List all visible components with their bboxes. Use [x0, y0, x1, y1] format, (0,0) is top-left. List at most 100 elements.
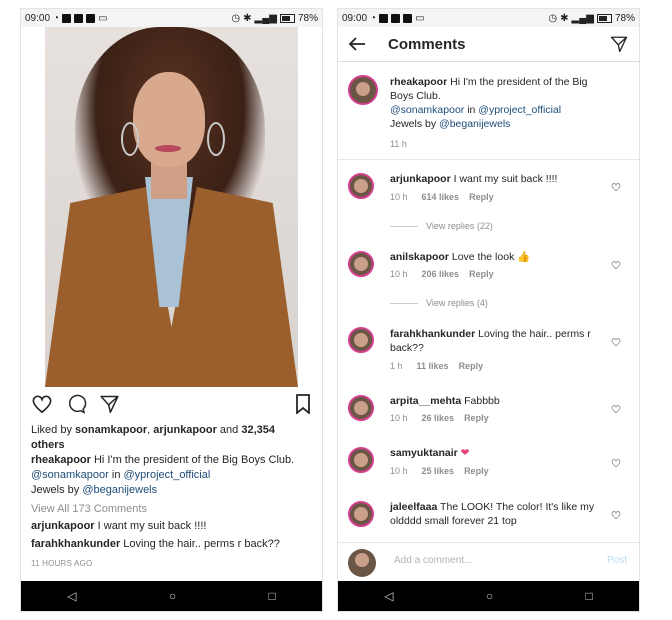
- comment-username[interactable]: arjunkapoor: [31, 520, 95, 532]
- comment-like-icon[interactable]: [611, 337, 621, 347]
- comment-item: anilskapoor Love the look 👍: [390, 251, 531, 263]
- reply-button[interactable]: Reply: [464, 413, 489, 423]
- comment-username[interactable]: jaleelfaaa: [390, 501, 437, 513]
- divider: [338, 159, 639, 160]
- comment-like-icon[interactable]: [611, 404, 621, 414]
- screen-icon: ▭: [415, 12, 425, 24]
- whatsapp-icon: ◔: [53, 12, 60, 24]
- notification-icon: [403, 13, 413, 23]
- comment-like-icon[interactable]: [611, 510, 621, 520]
- comment-item: arjunkapoor I want my suit back !!!!: [390, 173, 558, 185]
- avatar[interactable]: [348, 395, 374, 421]
- battery-level: 78%: [297, 12, 318, 24]
- post-action-bar: [31, 394, 312, 418]
- likes-count[interactable]: 32,354: [241, 424, 275, 436]
- likes-count[interactable]: 206 likes: [422, 269, 460, 279]
- notification-icon: [379, 13, 389, 23]
- comment-like-icon[interactable]: [611, 458, 621, 468]
- comment-username[interactable]: anilskapoor: [390, 251, 449, 263]
- caption-username[interactable]: rheakapoor: [31, 454, 91, 466]
- view-all-comments-link[interactable]: View All 173 Comments: [31, 502, 313, 517]
- comment-preview: farahkhankunder Loving the hair.. perms …: [31, 538, 280, 550]
- reply-button[interactable]: Reply: [469, 192, 494, 202]
- comment-username[interactable]: farahkhankunder: [31, 538, 120, 550]
- likes-count[interactable]: 25 likes: [422, 466, 455, 476]
- recents-nav-icon[interactable]: □: [586, 589, 593, 603]
- avatar[interactable]: [348, 75, 378, 105]
- back-nav-icon[interactable]: ◁: [67, 589, 76, 603]
- mention-link[interactable]: @beganijewels: [439, 118, 510, 130]
- avatar[interactable]: [348, 327, 374, 353]
- post-timestamp: 11 HOURS AGO: [31, 559, 93, 568]
- reply-button[interactable]: Reply: [464, 466, 489, 476]
- comment-meta: 10 h 206 likes Reply: [390, 269, 494, 279]
- bluetooth-icon: ✱: [560, 12, 569, 24]
- mention-link[interactable]: @sonamkapoor: [31, 469, 109, 481]
- likes-others[interactable]: others: [31, 439, 65, 451]
- post-comment-button[interactable]: Post: [607, 555, 627, 566]
- liked-user-link[interactable]: sonamkapoor: [75, 424, 147, 436]
- avatar[interactable]: [348, 501, 374, 527]
- comment-meta: 10 h 26 likes Reply: [390, 413, 489, 423]
- comment-username[interactable]: arjunkapoor: [390, 173, 451, 185]
- direct-share-icon[interactable]: [609, 35, 629, 53]
- back-arrow-icon[interactable]: [348, 36, 366, 52]
- avatar[interactable]: [348, 447, 374, 473]
- notification-icon: [62, 13, 72, 23]
- comment-like-icon[interactable]: [611, 182, 621, 192]
- mention-link[interactable]: @sonamkapoor: [390, 104, 464, 116]
- like-heart-icon[interactable]: [31, 394, 53, 414]
- likes-count[interactable]: 26 likes: [422, 413, 455, 423]
- signal-icon: ▂▄▆: [571, 12, 594, 24]
- notification-icon: [74, 13, 84, 23]
- my-avatar: [348, 549, 376, 577]
- back-nav-icon[interactable]: ◁: [384, 589, 393, 603]
- avatar[interactable]: [348, 173, 374, 199]
- liked-user-link[interactable]: arjunkapoor: [153, 424, 217, 436]
- comment-item: arpita__mehta Fabbbb: [390, 395, 500, 407]
- comment-icon[interactable]: [66, 394, 87, 414]
- mention-link[interactable]: @beganijewels: [82, 484, 157, 496]
- comment-username[interactable]: samyuktanair: [390, 447, 458, 459]
- notification-icon: [86, 13, 96, 23]
- share-icon[interactable]: [99, 394, 120, 414]
- mention-link[interactable]: @yproject_official: [478, 104, 561, 116]
- comment-input[interactable]: Add a comment...: [394, 555, 472, 566]
- status-time: 09:00: [342, 12, 368, 24]
- status-bar: 09:00 ◔ ▭ ◷ ✱ ▂▄▆ 78%: [338, 9, 639, 27]
- comment-username[interactable]: arpita__mehta: [390, 395, 461, 407]
- reply-button[interactable]: Reply: [469, 269, 494, 279]
- post-caption: rheakapoor Hi I'm the president of the B…: [31, 454, 295, 496]
- post-image[interactable]: [45, 27, 298, 387]
- bookmark-icon[interactable]: [295, 394, 311, 414]
- android-nav-bar: ◁ ○ □: [21, 581, 322, 611]
- comment-meta: 1 h 11 likes Reply: [390, 361, 484, 371]
- signal-icon: ▂▄▆: [254, 12, 277, 24]
- likes-count[interactable]: 614 likes: [422, 192, 460, 202]
- home-nav-icon[interactable]: ○: [486, 589, 493, 603]
- comment-meta: 10 h 25 likes Reply: [390, 466, 489, 476]
- reply-button[interactable]: Reply: [459, 361, 484, 371]
- comment-composer: Add a comment... Post: [338, 542, 639, 581]
- home-nav-icon[interactable]: ○: [169, 589, 176, 603]
- likes-count[interactable]: 11 likes: [417, 361, 449, 371]
- alarm-icon: ◷: [548, 12, 558, 24]
- mention-link[interactable]: @yproject_official: [124, 469, 211, 481]
- recents-nav-icon[interactable]: □: [269, 589, 276, 603]
- post-details: Liked by sonamkapoor, arjunkapoor and 32…: [31, 423, 313, 571]
- comment-username[interactable]: rheakapoor: [390, 76, 447, 88]
- comment-like-icon[interactable]: [611, 260, 621, 270]
- avatar[interactable]: [348, 251, 374, 277]
- view-replies-link[interactable]: View replies (22): [390, 221, 493, 231]
- alarm-icon: ◷: [231, 12, 241, 24]
- battery-icon: [279, 13, 295, 23]
- screen-icon: ▭: [98, 12, 108, 24]
- comment-item: jaleelfaaa The LOOK! The color! It's lik…: [390, 501, 595, 527]
- notification-icon: [391, 13, 401, 23]
- view-replies-link[interactable]: View replies (4): [390, 298, 488, 308]
- comment-time: 11 h: [390, 139, 407, 149]
- heart-emoji: ❤: [457, 447, 470, 459]
- comment-username[interactable]: farahkhankunder: [390, 328, 475, 340]
- comments-screen: 09:00 ◔ ▭ ◷ ✱ ▂▄▆ 78% Comments rheakapoo…: [337, 8, 640, 612]
- comment-meta: 10 h 614 likes Reply: [390, 192, 494, 202]
